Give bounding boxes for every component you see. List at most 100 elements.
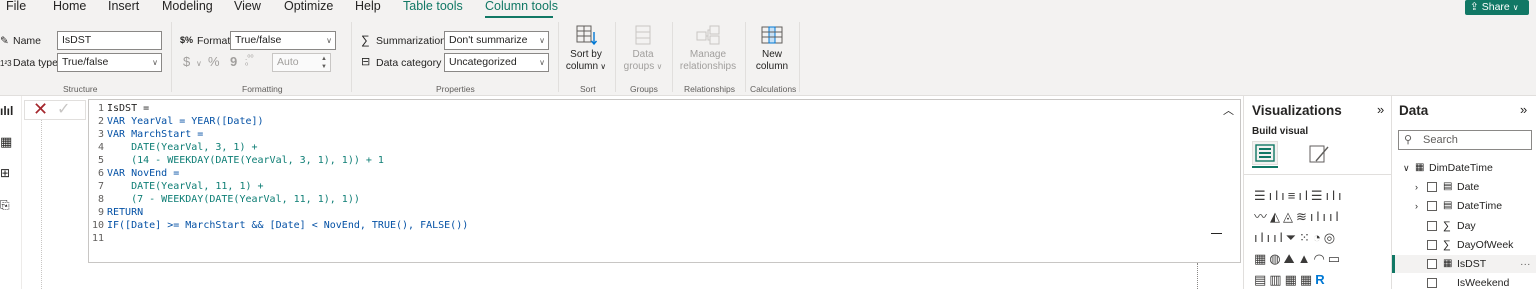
comma-icon[interactable]: 9 bbox=[230, 55, 237, 68]
line-chart-icon[interactable]: 〰 bbox=[1254, 209, 1270, 224]
divider bbox=[41, 120, 42, 289]
datatype-select[interactable]: True/false ∨ bbox=[57, 53, 162, 72]
donut-chart-icon[interactable]: ◎ bbox=[1324, 230, 1338, 245]
r-visual-icon[interactable]: R bbox=[1315, 272, 1327, 287]
line-number: 2 bbox=[97, 116, 104, 127]
table-icon[interactable]: ▦ bbox=[1285, 272, 1300, 287]
menu-help[interactable]: Help bbox=[355, 0, 381, 13]
divider bbox=[799, 22, 800, 92]
calc-line1: New bbox=[761, 49, 782, 60]
clustered-column-chart-icon[interactable]: ıl bbox=[1298, 188, 1311, 203]
share-label: Share bbox=[1481, 1, 1510, 13]
menu-column-tools[interactable]: Column tools bbox=[485, 0, 558, 13]
share-icon: ⇪ bbox=[1470, 1, 1479, 13]
summarization-value: Don't summarize bbox=[449, 34, 528, 46]
100-column-chart-icon[interactable]: ılı bbox=[1326, 188, 1345, 203]
field-row[interactable]: IsWeekend bbox=[1392, 274, 1536, 289]
field-checkbox[interactable] bbox=[1427, 201, 1437, 211]
field-checkbox[interactable] bbox=[1427, 278, 1437, 288]
azure-map-icon[interactable]: ▲ bbox=[1298, 251, 1314, 266]
line-clustered-column-icon[interactable]: ıl bbox=[1273, 230, 1286, 245]
collapse-icon[interactable]: ︿ bbox=[1223, 102, 1234, 118]
menu-optimize[interactable]: Optimize bbox=[284, 0, 333, 13]
commit-icon[interactable]: ✓ bbox=[57, 100, 70, 120]
map-icon[interactable]: ◍ bbox=[1269, 251, 1283, 266]
table-node[interactable]: ∨ ▦ DimDateTime bbox=[1392, 159, 1536, 177]
scatter-chart-icon[interactable]: ⁙ bbox=[1299, 230, 1313, 245]
data-groups-button[interactable]: Data groups ∨ bbox=[620, 24, 666, 73]
data-category-select[interactable]: Uncategorized ∨ bbox=[444, 53, 549, 72]
field-checkbox[interactable] bbox=[1427, 240, 1437, 250]
formula-actions: ✕ ✓ bbox=[24, 99, 86, 120]
manage-relationships-button[interactable]: Manage relationships bbox=[677, 24, 739, 73]
dax-query-view-icon[interactable]: ⎘ bbox=[0, 198, 10, 213]
field-row[interactable]: › ▤ DateTime bbox=[1392, 197, 1536, 215]
field-row[interactable]: ∑ DayOfWeek bbox=[1392, 236, 1536, 254]
filled-map-icon[interactable]: ⛰ bbox=[1284, 251, 1298, 266]
ribbon-chart-icon[interactable]: ≋ bbox=[1296, 209, 1310, 224]
menu-file[interactable]: File bbox=[6, 0, 26, 13]
decimal-places-stepper[interactable]: Auto ▲ ▼ bbox=[272, 53, 331, 72]
cancel-icon[interactable]: ✕ bbox=[33, 99, 48, 119]
line-number: 11 bbox=[92, 233, 105, 244]
stacked-bar-chart-icon[interactable]: ☰ bbox=[1254, 188, 1269, 203]
format-visual-icon[interactable] bbox=[1308, 143, 1330, 165]
percent-icon[interactable]: % bbox=[208, 55, 220, 68]
format-select[interactable]: True/false ∨ bbox=[230, 31, 336, 50]
table-icon: ▤ bbox=[1443, 181, 1453, 192]
treemap-icon[interactable]: ▦ bbox=[1254, 251, 1269, 266]
divider bbox=[615, 22, 616, 92]
stacked-area-chart-icon[interactable]: ◬ bbox=[1283, 209, 1296, 224]
line-column-chart-icon[interactable]: ılı bbox=[1310, 209, 1329, 224]
collapse-pane-icon[interactable]: » bbox=[1520, 102, 1527, 117]
more-options-icon[interactable]: ··· bbox=[1520, 255, 1531, 273]
slicer-icon[interactable]: ▥ bbox=[1269, 272, 1284, 287]
field-row-selected[interactable]: ▦ IsDST ··· bbox=[1392, 255, 1536, 273]
clustered-bar-chart-icon[interactable]: ≡ bbox=[1288, 188, 1299, 203]
100-bar-chart-icon[interactable]: ☰ bbox=[1311, 188, 1326, 203]
share-button[interactable]: ⇪ Share ∨ bbox=[1465, 0, 1529, 15]
menu-home[interactable]: Home bbox=[53, 0, 86, 13]
table-view-icon[interactable]: ▦ bbox=[0, 134, 12, 150]
area-chart-icon[interactable]: ◭ bbox=[1270, 209, 1283, 224]
sort-line1: Sort by bbox=[570, 49, 602, 60]
chevron-down-icon: ∨ bbox=[539, 36, 545, 45]
line-stacked-column-icon[interactable]: ılı bbox=[1254, 230, 1273, 245]
model-view-icon[interactable]: ⊞ bbox=[0, 166, 10, 180]
build-visual-tab[interactable] bbox=[1252, 141, 1278, 165]
kpi-icon[interactable]: ▤ bbox=[1254, 272, 1269, 287]
chevron-down-icon: ∨ bbox=[1403, 163, 1410, 173]
line-number: 7 bbox=[97, 181, 104, 192]
menu-view[interactable]: View bbox=[234, 0, 261, 13]
field-row[interactable]: › ▤ Date bbox=[1392, 178, 1536, 196]
chevron-down-icon: ∨ bbox=[1512, 3, 1519, 12]
data-search-input[interactable]: ⚲ Search bbox=[1398, 130, 1532, 150]
field-checkbox[interactable] bbox=[1427, 259, 1437, 269]
collapse-pane-icon[interactable]: » bbox=[1377, 102, 1384, 117]
matrix-icon[interactable]: ▦ bbox=[1300, 272, 1315, 287]
field-row[interactable]: ∑ Day bbox=[1392, 217, 1536, 235]
card-icon[interactable]: ▭ bbox=[1328, 251, 1343, 266]
waterfall-chart-icon[interactable]: ıl bbox=[1329, 209, 1342, 224]
pie-chart-icon[interactable]: ◔ bbox=[1313, 230, 1324, 245]
menu-insert[interactable]: Insert bbox=[108, 0, 139, 13]
build-visual-label: Build visual bbox=[1252, 126, 1309, 137]
visualizations-pane: Visualizations » Build visual ☰ılı≡ıl☰ıl… bbox=[1243, 96, 1392, 289]
menu-modeling[interactable]: Modeling bbox=[162, 0, 213, 13]
dax-formula-editor[interactable]: 1 IsDST = 2 VAR YearVal = YEAR([Date]) 3 VA… bbox=[88, 99, 1241, 263]
menu-table-tools[interactable]: Table tools bbox=[403, 0, 463, 13]
summarization-select[interactable]: Don't summarize ∨ bbox=[444, 31, 549, 50]
name-input[interactable]: IsDST bbox=[57, 31, 162, 50]
stacked-column-chart-icon[interactable]: ılı bbox=[1269, 188, 1288, 203]
currency-icon[interactable]: $ bbox=[183, 55, 190, 68]
report-view-icon[interactable]: ılıl bbox=[0, 104, 13, 118]
field-checkbox[interactable] bbox=[1427, 221, 1437, 231]
field-checkbox[interactable] bbox=[1427, 182, 1437, 192]
gauge-icon[interactable]: ◠ bbox=[1313, 251, 1327, 266]
summarization-label: Summarization bbox=[376, 35, 447, 47]
decimal-places-icon[interactable]: .⁰⁰ ⁰ bbox=[245, 54, 254, 70]
new-column-button[interactable]: New column bbox=[749, 24, 795, 73]
relationships-group-label: Relationships bbox=[684, 84, 736, 94]
sort-by-column-button[interactable]: Sort by column ∨ bbox=[563, 24, 609, 73]
funnel-icon[interactable]: ⏷ bbox=[1286, 230, 1299, 245]
